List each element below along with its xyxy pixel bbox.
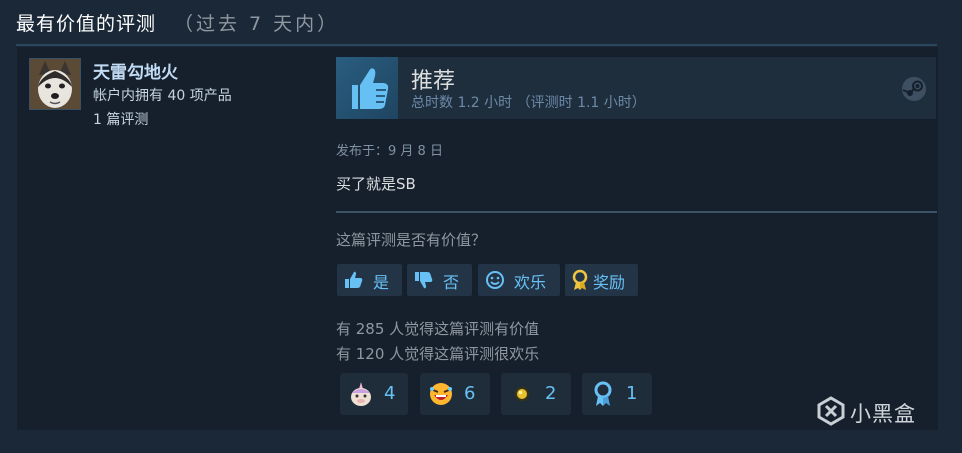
golden-orb-icon (509, 381, 535, 407)
award-count: 2 (545, 383, 557, 404)
award-count: 1 (626, 383, 638, 404)
smiley-icon (484, 269, 506, 291)
unicorn-face-icon (348, 381, 374, 407)
vote-no-label: 否 (443, 273, 460, 292)
vote-yes-label: 是 (373, 273, 390, 292)
watermark-text: 小黑盒 (850, 402, 916, 426)
author-avatar[interactable] (29, 58, 81, 110)
award-item[interactable]: 4 (340, 373, 408, 415)
award-medal-icon (569, 269, 591, 291)
award-count: 4 (384, 383, 396, 404)
steam-icon (901, 76, 927, 102)
vote-funny-label: 欢乐 (514, 273, 547, 292)
thumbs-down-icon (413, 269, 435, 291)
award-item[interactable]: 6 (420, 373, 490, 415)
playtime: 总时数 1.2 小时 （评测时 1.1 小时） (411, 95, 646, 111)
recommendation-box[interactable]: 推荐 总时数 1.2 小时 （评测时 1.1 小时） (336, 57, 936, 119)
section-header: 最有价值的评测 （过去 7 天内） (16, 9, 962, 45)
author-review-count[interactable]: 1 篇评测 (93, 109, 148, 129)
award-item[interactable]: 1 (582, 373, 652, 415)
thumbs-up-icon (336, 57, 398, 119)
section-subtitle: （过去 7 天内） (174, 13, 340, 35)
husky-avatar-icon (30, 59, 80, 109)
award-label: 奖励 (593, 273, 626, 292)
author-block: 天雷勾地火 帐户内拥有 40 项产品 1 篇评测 (29, 58, 329, 138)
watermark: 小黑盒 (816, 394, 936, 430)
author-products[interactable]: 帐户内拥有 40 项产品 (93, 85, 232, 105)
posted-date: 发布于：9 月 8 日 (336, 144, 443, 159)
vote-yes-button[interactable]: 是 (337, 264, 402, 296)
author-name[interactable]: 天雷勾地火 (93, 58, 178, 83)
content-divider (336, 211, 937, 213)
award-item[interactable]: 2 (501, 373, 571, 415)
review-text: 买了就是SB (336, 175, 416, 193)
vote-no-button[interactable]: 否 (407, 264, 472, 296)
helpful-question: 这篇评测是否有价值？ (336, 231, 487, 249)
vote-funny-button[interactable]: 欢乐 (478, 264, 560, 296)
review-verdict: 推荐 (411, 69, 456, 94)
laughing-face-icon (428, 381, 454, 407)
thumbs-up-icon (343, 269, 365, 291)
award-count: 6 (464, 383, 476, 404)
helpful-count: 有 285 人觉得这篇评测有价值 (336, 320, 540, 338)
award-button[interactable]: 奖励 (565, 264, 638, 296)
funny-count: 有 120 人觉得这篇评测很欢乐 (336, 345, 540, 363)
header-divider (16, 44, 937, 46)
xiaoheihe-logo-icon (817, 396, 845, 426)
review-card: 天雷勾地火 帐户内拥有 40 项产品 1 篇评测 推荐 总时数 1.2 小时 （… (17, 47, 938, 430)
ribbon-medal-icon (590, 381, 616, 407)
section-title: 最有价值的评测 (16, 13, 157, 35)
